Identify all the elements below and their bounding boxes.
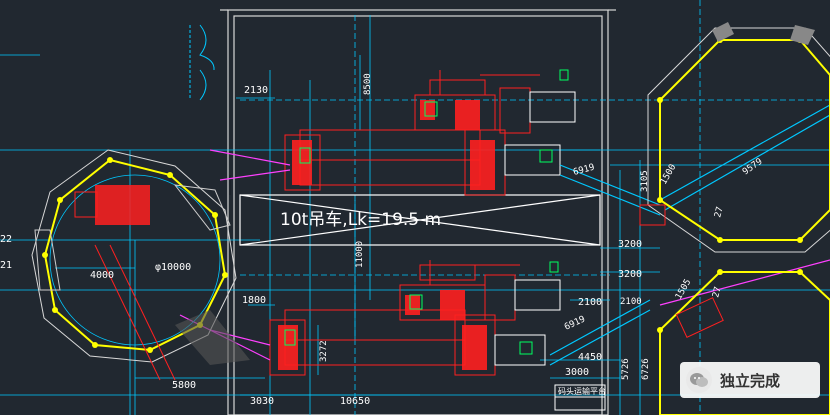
dim-2100: 2100 (578, 297, 602, 308)
dim-3000: 3000 (565, 367, 589, 378)
dim-5726: 5726 (621, 358, 631, 380)
dim-3272: 3272 (319, 340, 329, 362)
dim-22: 22 (0, 234, 12, 245)
dim-4450: 4450 (578, 352, 602, 363)
dim-11000: 11000 (355, 241, 365, 268)
title-block-text: 码头运输平台 (558, 386, 606, 396)
dim-3105: 3105 (640, 170, 650, 192)
dim-phi10000: φ10000 (155, 262, 191, 273)
dim-3030: 3030 (250, 396, 274, 407)
wechat-icon (686, 367, 712, 393)
dim-1800: 1800 (242, 295, 266, 306)
dim-3200b: 3200 (618, 269, 642, 280)
crane-label: 10t吊车,Lk=19.5 m (280, 210, 441, 230)
dim-21: 21 (0, 260, 12, 271)
dim-3200: 3200 (618, 239, 642, 250)
dim-5800: 5800 (172, 380, 196, 391)
watermark-text: 独立完成 (720, 371, 781, 390)
dim-6726: 6726 (641, 358, 651, 380)
dim-2100b: 2100 (620, 297, 642, 307)
dim-2130: 2130 (244, 85, 268, 96)
dim-10650: 10650 (340, 396, 370, 407)
cad-drawing-canvas: 10t吊车,Lk=19.5 m 2130 8500 11000 1800 327… (0, 0, 830, 415)
dim-4000: 4000 (90, 270, 114, 281)
watermark: 独立完成 (680, 362, 820, 398)
dim-8500: 8500 (363, 73, 373, 95)
